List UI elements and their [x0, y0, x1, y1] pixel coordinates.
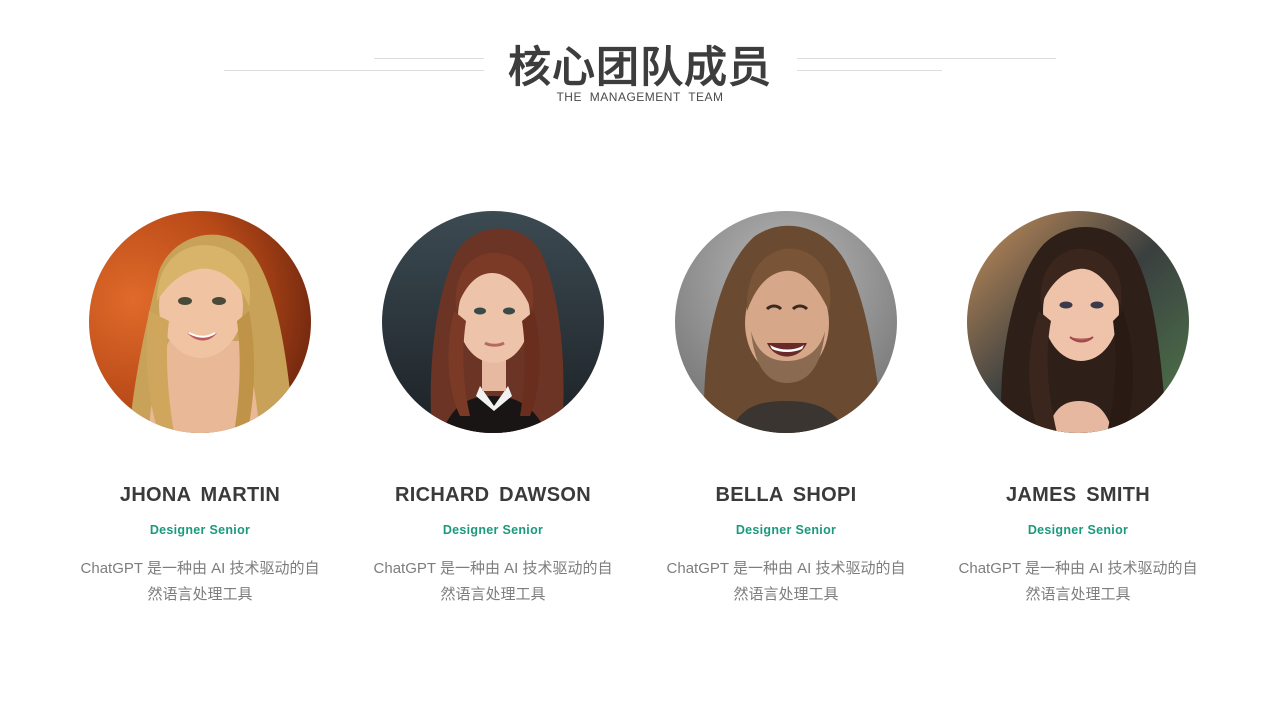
member-description: ChatGPT 是一种由 AI 技术驱动的自然语言处理工具 — [373, 560, 613, 603]
portrait-redhead-woman-icon — [382, 211, 604, 433]
member-name: JAMES SMITH — [1006, 484, 1150, 506]
member-description: ChatGPT 是一种由 AI 技术驱动的自然语言处理工具 — [958, 560, 1198, 603]
team-member-card: RICHARD DAWSON Designer Senior ChatGPT 是… — [363, 211, 623, 631]
member-photo-portrait-redhead-woman — [382, 211, 604, 433]
member-description: ChatGPT 是一种由 AI 技术驱动的自然语言处理工具 — [80, 560, 320, 603]
team-member-card: JHONA MARTIN Designer Senior ChatGPT 是一种… — [70, 211, 330, 631]
member-role: Designer Senior — [149, 523, 251, 537]
portrait-blonde-woman-icon — [89, 211, 311, 433]
member-role: Designer Senior — [442, 523, 544, 537]
member-name: JHONA MARTIN — [119, 484, 281, 506]
member-name: RICHARD DAWSON — [395, 484, 591, 506]
member-photo-portrait-smiling-man — [675, 211, 897, 433]
portrait-smiling-man-icon — [675, 211, 897, 433]
member-role: Designer Senior — [1027, 523, 1129, 537]
team-member-card: BELLA SHOPI Designer Senior ChatGPT 是一种由… — [656, 211, 916, 631]
member-name: BELLA SHOPI — [715, 484, 857, 506]
member-role: Designer Senior — [735, 523, 837, 537]
member-description: ChatGPT 是一种由 AI 技术驱动的自然语言处理工具 — [666, 560, 906, 603]
member-photo-portrait-blonde-woman — [89, 211, 311, 433]
portrait-brunette-woman-icon — [967, 211, 1189, 433]
team-members-section: JHONA MARTIN Designer Senior ChatGPT 是一种… — [0, 0, 1280, 720]
team-member-card: JAMES SMITH Designer Senior ChatGPT 是一种由… — [948, 211, 1208, 631]
member-photo-portrait-brunette-woman — [967, 211, 1189, 433]
